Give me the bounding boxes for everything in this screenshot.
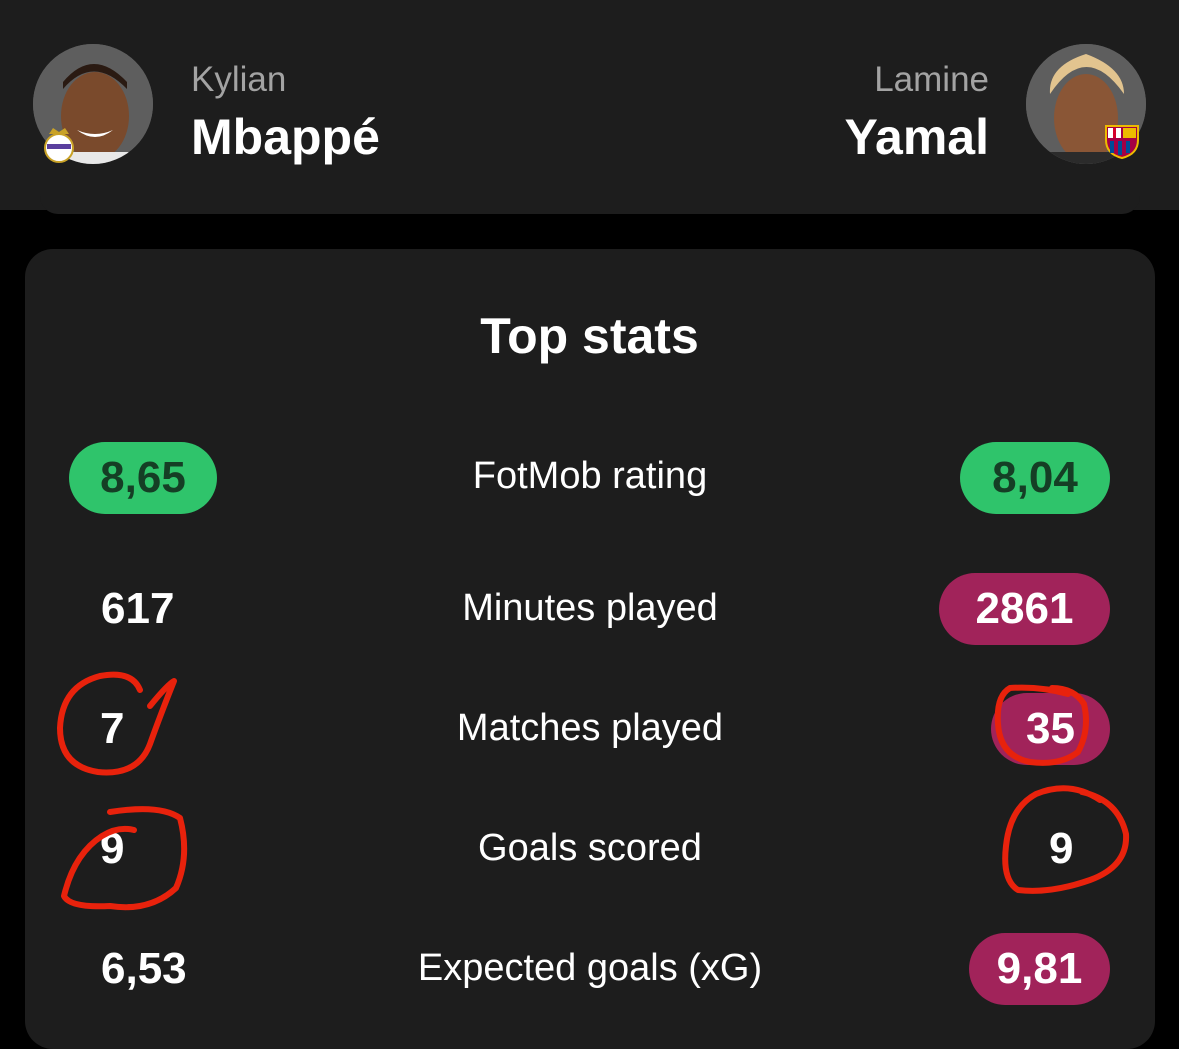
stat-label-expected-goals: Expected goals (xG) — [417, 947, 763, 989]
right-xg-pill: 9,81 — [969, 933, 1110, 1005]
left-xg-value: 6,53 — [101, 944, 187, 993]
player-avatar-left[interactable] — [33, 44, 153, 164]
right-matches-pill: 35 — [991, 693, 1110, 765]
left-rating-pill: 8,65 — [69, 442, 217, 514]
left-player-last-name[interactable]: Mbappé — [191, 108, 380, 166]
left-minutes-value: 617 — [101, 584, 175, 633]
right-player-first-name: Lamine — [874, 60, 989, 99]
stat-label-minutes-played: Minutes played — [462, 587, 718, 629]
right-minutes-pill: 2861 — [939, 573, 1110, 645]
fc-barcelona-badge-icon — [1105, 125, 1139, 160]
card-title: Top stats — [480, 308, 699, 364]
left-matches-value: 7 — [100, 704, 125, 753]
left-player-first-name: Kylian — [191, 60, 287, 99]
right-rating-pill: 8,04 — [960, 442, 1110, 514]
right-player-last-name[interactable]: Yamal — [844, 108, 989, 166]
stat-label-fotmob-rating: FotMob rating — [472, 455, 708, 497]
real-madrid-badge-icon — [44, 128, 74, 163]
stat-label-matches-played: Matches played — [456, 707, 724, 749]
left-goals-value: 9 — [100, 824, 125, 873]
player-avatar-right[interactable] — [1026, 44, 1146, 164]
player-comparison-header — [0, 0, 1179, 210]
stat-label-goals-scored: Goals scored — [478, 827, 702, 869]
header-bottom-edge — [40, 196, 1140, 214]
right-goals-value: 9 — [1049, 824, 1074, 873]
top-stats-card — [25, 249, 1155, 1049]
